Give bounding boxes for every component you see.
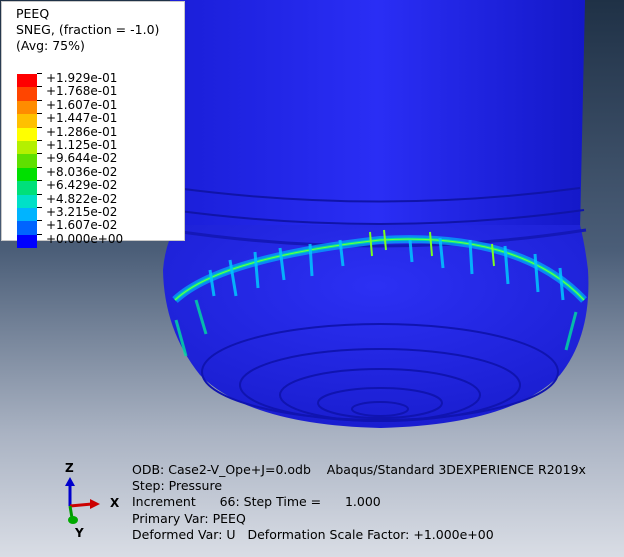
y-axis-label: Y (75, 526, 84, 540)
legend-value: +4.822e-02 (46, 191, 118, 206)
z-axis-label: Z (65, 461, 74, 475)
legend-swatch (17, 114, 37, 128)
legend-swatch (17, 234, 37, 249)
legend-value: +1.125e-01 (46, 137, 118, 152)
legend-tick (37, 113, 42, 115)
legend-value: +8.036e-02 (46, 164, 118, 179)
legend-tick (37, 206, 42, 208)
legend-tick (37, 193, 42, 195)
legend-value: +1.286e-01 (46, 124, 118, 139)
x-axis-arrow (69, 502, 93, 508)
legend-tick (37, 126, 42, 128)
deformed-var-line: Deformed Var: U Deformation Scale Factor… (132, 526, 494, 542)
increment-line: Increment 66: Step Time = 1.000 (132, 494, 381, 510)
legend-swatch (17, 74, 37, 88)
legend-value: +1.929e-01 (46, 71, 118, 85)
legend-averaging: (Avg: 75%) (16, 38, 85, 53)
contour-legend[interactable]: PEEQ SNEG, (fraction = -1.0) (Avg: 75%) … (1, 1, 185, 249)
x-axis-label: X (110, 496, 120, 510)
legend-swatch (17, 194, 37, 208)
legend-swatch (17, 221, 37, 235)
legend-value: +0.000e+00 (46, 231, 124, 246)
legend-swatch (17, 127, 37, 141)
legend-swatch (17, 87, 37, 101)
legend-tick (37, 139, 42, 141)
view-triad: Z X Y (52, 458, 132, 548)
legend-tick (37, 233, 42, 235)
viewport-info-block: ODB: Case2-V_Ope+J=0.odb Abaqus/Standard… (132, 462, 586, 543)
legend-tick (37, 99, 42, 101)
legend-tick (37, 153, 42, 155)
legend-value: +6.429e-02 (46, 178, 118, 193)
legend-variable: PEEQ (16, 6, 50, 21)
legend-swatch (17, 140, 37, 155)
legend-value: +1.447e-01 (46, 111, 118, 126)
legend-tick (37, 220, 42, 222)
legend-tick (37, 166, 42, 168)
legend-swatch (17, 181, 37, 195)
legend-swatch (17, 167, 37, 182)
legend-tick (37, 73, 42, 74)
legend-swatch (17, 100, 37, 115)
legend-value: +1.607e-01 (46, 97, 118, 112)
legend-swatch (17, 154, 37, 168)
legend-section-point: SNEG, (fraction = -1.0) (16, 22, 160, 37)
odb-line: ODB: Case2-V_Ope+J=0.odb Abaqus/Standard… (132, 462, 586, 477)
legend-value: +1.768e-01 (46, 84, 118, 99)
legend-swatch (17, 207, 37, 222)
legend-value: +3.215e-02 (46, 204, 118, 219)
legend-value: +1.607e-02 (46, 218, 118, 233)
legend-value: +9.644e-02 (46, 151, 118, 166)
step-line: Step: Pressure (132, 478, 223, 494)
primary-var-line: Primary Var: PEEQ (132, 510, 246, 526)
legend-tick (37, 180, 42, 182)
viewport[interactable]: PEEQ SNEG, (fraction = -1.0) (Avg: 75%) … (0, 0, 624, 557)
legend-tick (37, 86, 42, 88)
